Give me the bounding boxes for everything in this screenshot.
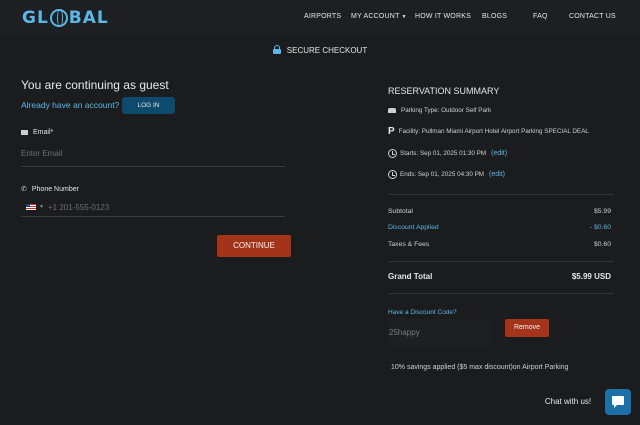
globe-icon xyxy=(49,9,68,27)
savings-note: 10% savings applied ($5 max discount)on … xyxy=(391,364,569,371)
clock-icon xyxy=(388,149,397,158)
envelope-icon xyxy=(21,130,28,135)
edit-start-link[interactable]: (edit) xyxy=(491,150,507,157)
taxes-value: $0.60 xyxy=(593,241,611,248)
clock-icon xyxy=(388,170,397,179)
login-button[interactable]: LOG IN xyxy=(122,97,175,114)
email-field[interactable]: Enter Email xyxy=(21,149,62,158)
facility-text: Facility: Pullman Miami Airport Hotel Ai… xyxy=(398,128,589,135)
grand-total-value: $5.99 USD xyxy=(571,272,611,281)
facility-row: P Facility: Pullman Miami Airport Hotel … xyxy=(388,126,589,137)
summary-title: RESERVATION SUMMARY xyxy=(388,86,500,96)
car-icon xyxy=(388,108,396,113)
discount-code-value: 25happy xyxy=(389,328,420,337)
email-label-text: Email* xyxy=(33,129,54,136)
logo-text-left: GL xyxy=(22,8,49,28)
taxes-row: Taxes & Fees $0.60 xyxy=(388,241,611,248)
remove-discount-button[interactable]: Remove xyxy=(505,319,549,337)
parking-p-icon: P xyxy=(388,126,395,137)
ends-text: Ends: Sep 01, 2025 04:30 PM xyxy=(400,171,485,178)
grand-total-label: Grand Total xyxy=(388,272,433,281)
summary-divider xyxy=(388,293,614,294)
guest-title: You are continuing as guest xyxy=(21,78,169,92)
secure-checkout-heading: SECURE CHECKOUT xyxy=(0,45,640,55)
email-underline xyxy=(21,166,285,167)
ends-row: Ends: Sep 01, 2025 04:30 PM (edit) xyxy=(388,170,505,179)
phone-underline xyxy=(21,216,285,217)
summary-divider xyxy=(388,194,614,195)
secure-checkout-label: SECURE CHECKOUT xyxy=(286,46,368,55)
discount-row: Discount Applied - $0.60 xyxy=(388,224,611,231)
nav-how-it-works[interactable]: HOW IT WORKS xyxy=(415,13,471,20)
nav-airports[interactable]: AIRPORTS xyxy=(304,13,341,20)
caret-down-icon: ▼ xyxy=(401,14,407,20)
taxes-label: Taxes & Fees xyxy=(388,241,430,248)
discount-value: - $0.60 xyxy=(589,224,611,231)
starts-text: Starts: Sep 01, 2025 01:30 PM xyxy=(400,150,487,157)
edit-end-link[interactable]: (edit) xyxy=(489,171,505,178)
starts-row: Starts: Sep 01, 2025 01:30 PM (edit) xyxy=(388,149,507,158)
chat-button[interactable] xyxy=(605,389,631,415)
chat-icon xyxy=(612,396,624,408)
nav-my-account[interactable]: MY ACCOUNT ▼ xyxy=(351,13,407,20)
nav-blogs[interactable]: BLOGS xyxy=(482,13,507,20)
parking-type-text: Parking Type: Outdoor Self Park xyxy=(401,107,492,114)
chat-label[interactable]: Chat with us! xyxy=(536,392,600,412)
nav-contact-us[interactable]: CONTACT US xyxy=(569,13,616,20)
continue-button[interactable]: CONTINUE xyxy=(217,235,291,257)
lock-icon xyxy=(272,45,281,54)
discount-label: Discount Applied xyxy=(388,224,439,231)
discount-code-label: Have a Discount Code? xyxy=(388,309,457,316)
logo[interactable]: GL BAL xyxy=(22,8,109,28)
logo-text-right: BAL xyxy=(68,8,109,28)
phone-label: ✆ Phone Number xyxy=(21,185,79,194)
subtotal-label: Subtotal xyxy=(388,208,413,215)
nav-my-account-label: MY ACCOUNT xyxy=(351,13,400,20)
summary-divider xyxy=(388,261,614,262)
email-label: Email* xyxy=(21,129,53,136)
top-navbar: GL BAL AIRPORTS MY ACCOUNT ▼ HOW IT WORKS… xyxy=(0,0,640,36)
parking-type-row: Parking Type: Outdoor Self Park xyxy=(388,107,491,114)
subtotal-value: $5.99 xyxy=(593,208,611,215)
country-caret-icon[interactable]: ▼ xyxy=(39,204,44,210)
phone-icon: ✆ xyxy=(21,186,27,193)
nav-faq[interactable]: FAQ xyxy=(533,13,548,20)
subtotal-row: Subtotal $5.99 xyxy=(388,208,611,215)
phone-label-text: Phone Number xyxy=(31,185,79,193)
have-account-link[interactable]: Already have an account? xyxy=(21,100,119,110)
grand-total-row: Grand Total $5.99 USD xyxy=(388,272,611,281)
phone-field[interactable]: +1 201-555-0123 xyxy=(48,203,109,212)
us-flag-icon[interactable] xyxy=(26,204,36,210)
